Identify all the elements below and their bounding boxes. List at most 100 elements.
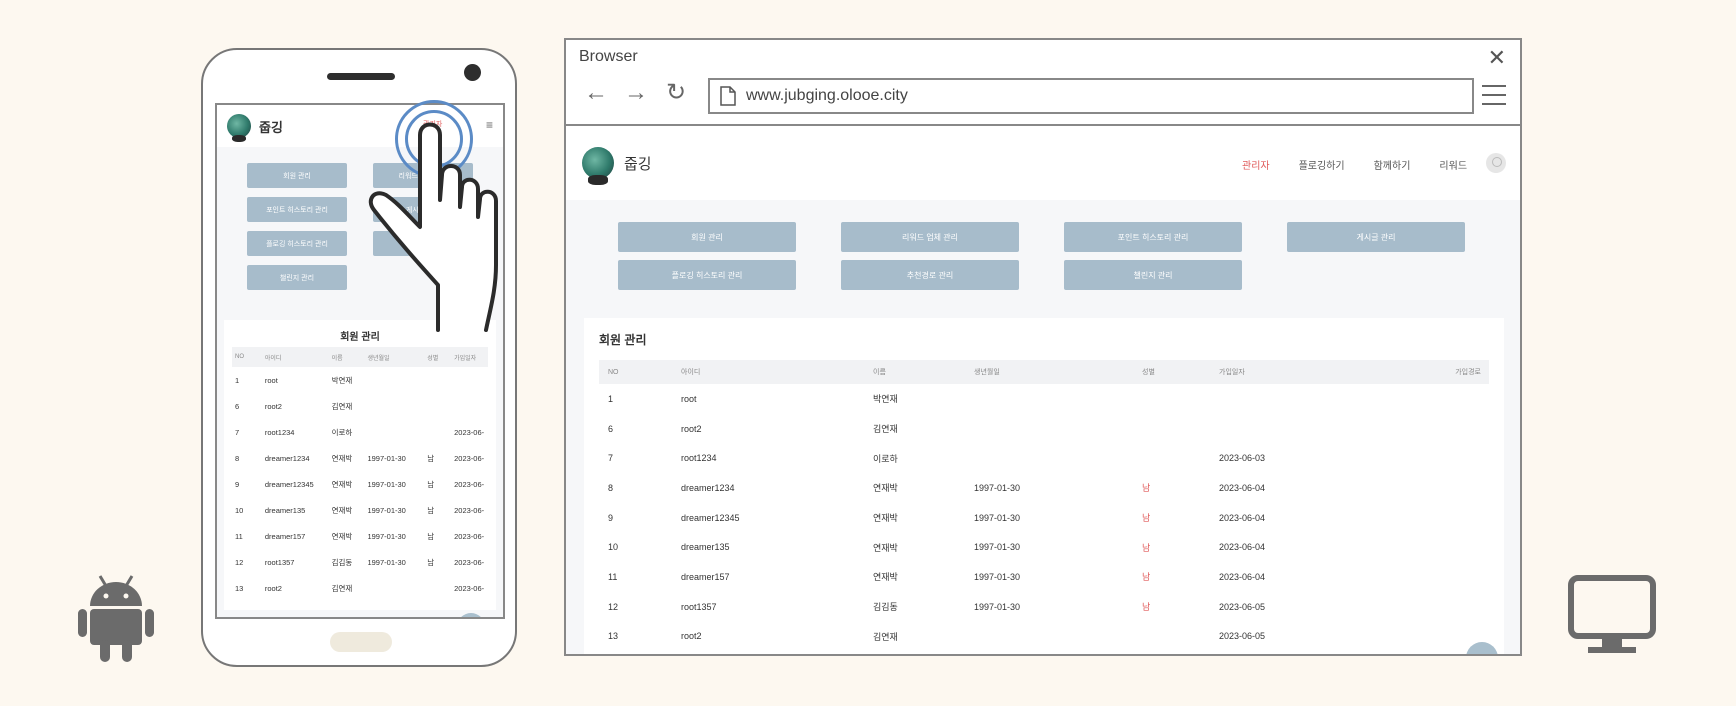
table-row[interactable]: 8 dreamer1234 연재박 1997-01-30 남 2023-06-04 xyxy=(599,473,1489,503)
table-cell: 2023-06- xyxy=(454,531,485,541)
table-row[interactable]: 13 root2 김연재 2023-06-05 xyxy=(599,622,1489,652)
table-row[interactable]: 1 root 박연재 xyxy=(599,384,1489,414)
table-cell: 2023-06-04 xyxy=(1219,542,1266,553)
hamburger-menu-icon[interactable] xyxy=(1482,85,1506,105)
table-cell: 연재박 xyxy=(873,572,898,583)
table-row[interactable]: 6 root2 김연재 xyxy=(599,414,1489,444)
table-cell: 연재박 xyxy=(331,531,353,541)
forward-arrow-icon[interactable]: → xyxy=(622,79,650,107)
mobile-table-body: 1 root 박연재 6 root2 김연재 7 root1234 이로하 2023-06- 8 dr… xyxy=(232,367,488,601)
table-cell: 연재박 xyxy=(331,505,353,515)
table-cell: 1 xyxy=(608,393,614,404)
table-row[interactable]: 11 dreamer157 연재박 1997-01-30 남 2023-06- xyxy=(232,523,488,549)
table-header-cell: 이름 xyxy=(331,355,343,362)
mobile-admin-button[interactable]: 포인트 히스토리 관리 xyxy=(247,197,347,222)
table-cell: 남 xyxy=(427,531,435,541)
mobile-admin-button[interactable]: 챌린지 관리 xyxy=(247,265,347,290)
table-cell: 7 xyxy=(235,427,240,437)
tap-hand-icon xyxy=(368,122,498,332)
table-cell: 1997-01-30 xyxy=(974,482,1021,493)
table-cell: 남 xyxy=(1142,572,1151,583)
admin-button[interactable]: 챌린지 관리 xyxy=(1064,260,1242,290)
table-header-cell: 아이디 xyxy=(681,369,701,376)
table-header-cell: 생년월일 xyxy=(974,369,1000,376)
table-row[interactable]: 9 dreamer12345 연재박 1997-01-30 남 2023-06- xyxy=(232,471,488,497)
nav-link-together[interactable]: 함께하기 xyxy=(1374,157,1411,172)
table-header-cell: 아이디 xyxy=(264,355,282,362)
table-cell: 1997-01-30 xyxy=(367,453,406,463)
table-row[interactable]: 10 dreamer135 연재박 1997-01-30 남 2023-06- xyxy=(232,497,488,523)
phone-camera xyxy=(464,64,481,81)
mobile-table-header: NO 아이디 이름 생년월일 성별 가입일자 xyxy=(232,347,488,367)
admin-button[interactable]: 회원 관리 xyxy=(618,222,796,252)
admin-button[interactable]: 리워드 업체 관리 xyxy=(841,222,1019,252)
close-icon[interactable]: ✕ xyxy=(1488,46,1506,70)
nav-link-plogging[interactable]: 플로깅하기 xyxy=(1299,157,1345,172)
table-header-cell: NO xyxy=(235,354,244,360)
admin-button[interactable]: 게시글 관리 xyxy=(1287,222,1465,252)
nav-link-reward[interactable]: 리워드 xyxy=(1439,157,1467,172)
table-cell: 이로하 xyxy=(873,453,898,464)
table-row[interactable]: 7 root1234 이로하 2023-06-03 xyxy=(599,443,1489,473)
table-cell: 6 xyxy=(608,423,614,434)
table-cell: dreamer157 xyxy=(681,571,730,582)
table-row[interactable]: 13 root2 김연재 2023-06- xyxy=(232,575,488,601)
back-arrow-icon[interactable]: ← xyxy=(582,79,610,107)
table-header-cell: 가입경로 xyxy=(1455,369,1481,376)
table-cell: 8 xyxy=(608,482,614,493)
address-bar[interactable]: www.jubging.olooe.city xyxy=(708,78,1474,114)
logo-icon[interactable] xyxy=(582,147,614,185)
phone-home-button[interactable] xyxy=(330,632,392,652)
table-row[interactable]: 12 root1357 김김동 1997-01-30 남 2023-06-05 xyxy=(599,592,1489,622)
table-cell: root xyxy=(681,393,697,404)
table-cell: 2023-06- xyxy=(454,505,485,515)
table-cell: 9 xyxy=(235,479,240,489)
table-cell: 7 xyxy=(608,453,614,464)
table-cell: 김연재 xyxy=(331,401,353,411)
table-cell: 남 xyxy=(1142,513,1151,524)
table-cell: 2023-06- xyxy=(454,557,485,567)
table-header-cell: 성별 xyxy=(1142,369,1155,376)
card-title: 회원 관리 xyxy=(599,333,647,347)
table-cell: root1357 xyxy=(681,601,717,612)
table-row[interactable]: 9 dreamer12345 연재박 1997-01-30 남 2023-06-04 xyxy=(599,503,1489,533)
table-row[interactable]: 11 dreamer157 연재박 1997-01-30 남 2023-06-04 xyxy=(599,562,1489,592)
table-cell: 1997-01-30 xyxy=(367,479,406,489)
mobile-scroll-top-button[interactable]: ↑ xyxy=(457,613,485,617)
table-cell: 김연재 xyxy=(331,583,353,593)
table-cell: 2023-06-03 xyxy=(1219,453,1266,464)
table-cell: 1997-01-30 xyxy=(974,512,1021,523)
table-header-cell: NO xyxy=(608,368,619,376)
admin-button[interactable]: 포인트 히스토리 관리 xyxy=(1064,222,1242,252)
logo-icon[interactable] xyxy=(227,114,251,143)
table-cell: 11 xyxy=(608,571,618,582)
mobile-member-table: NO 아이디 이름 생년월일 성별 가입일자 1 root 박연재 6 root2 김연재 7 root… xyxy=(232,347,488,601)
user-avatar-icon[interactable] xyxy=(1486,153,1506,173)
mobile-admin-button[interactable]: 회원 관리 xyxy=(247,163,347,188)
table-cell: 12 xyxy=(608,601,619,612)
refresh-icon[interactable]: ↻ xyxy=(662,79,690,107)
site-brand[interactable]: 줍깅 xyxy=(624,153,652,174)
table-header-cell: 가입일자 xyxy=(454,355,477,362)
table-row[interactable]: 6 root2 김연재 xyxy=(232,393,488,419)
table-row[interactable]: 10 dreamer135 연재박 1997-01-30 남 2023-06-04 xyxy=(599,532,1489,562)
table-cell: root1234 xyxy=(681,453,717,464)
table-cell: 남 xyxy=(1142,542,1151,553)
table-cell: 연재박 xyxy=(873,483,898,494)
table-cell: 박연재 xyxy=(873,394,898,405)
table-cell: 연재박 xyxy=(873,513,898,524)
table-cell: 2023-06-04 xyxy=(1219,512,1266,523)
nav-link-admin[interactable]: 관리자 xyxy=(1242,157,1270,172)
table-cell: 2023-06- xyxy=(454,479,485,489)
table-cell: dreamer135 xyxy=(681,542,730,553)
mobile-admin-button[interactable]: 플로깅 히스토리 관리 xyxy=(247,231,347,256)
table-row[interactable]: 8 dreamer1234 연재박 1997-01-30 남 2023-06- xyxy=(232,445,488,471)
table-row[interactable]: 7 root1234 이로하 2023-06- xyxy=(232,419,488,445)
table-cell: 연재박 xyxy=(331,453,353,463)
table-cell: 8 xyxy=(235,453,240,463)
mobile-brand[interactable]: 줍깅 xyxy=(259,117,283,136)
admin-button[interactable]: 추천경로 관리 xyxy=(841,260,1019,290)
table-row[interactable]: 1 root 박연재 xyxy=(232,367,488,393)
admin-button[interactable]: 플로깅 히스토리 관리 xyxy=(618,260,796,290)
table-row[interactable]: 12 root1357 김김동 1997-01-30 남 2023-06- xyxy=(232,549,488,575)
